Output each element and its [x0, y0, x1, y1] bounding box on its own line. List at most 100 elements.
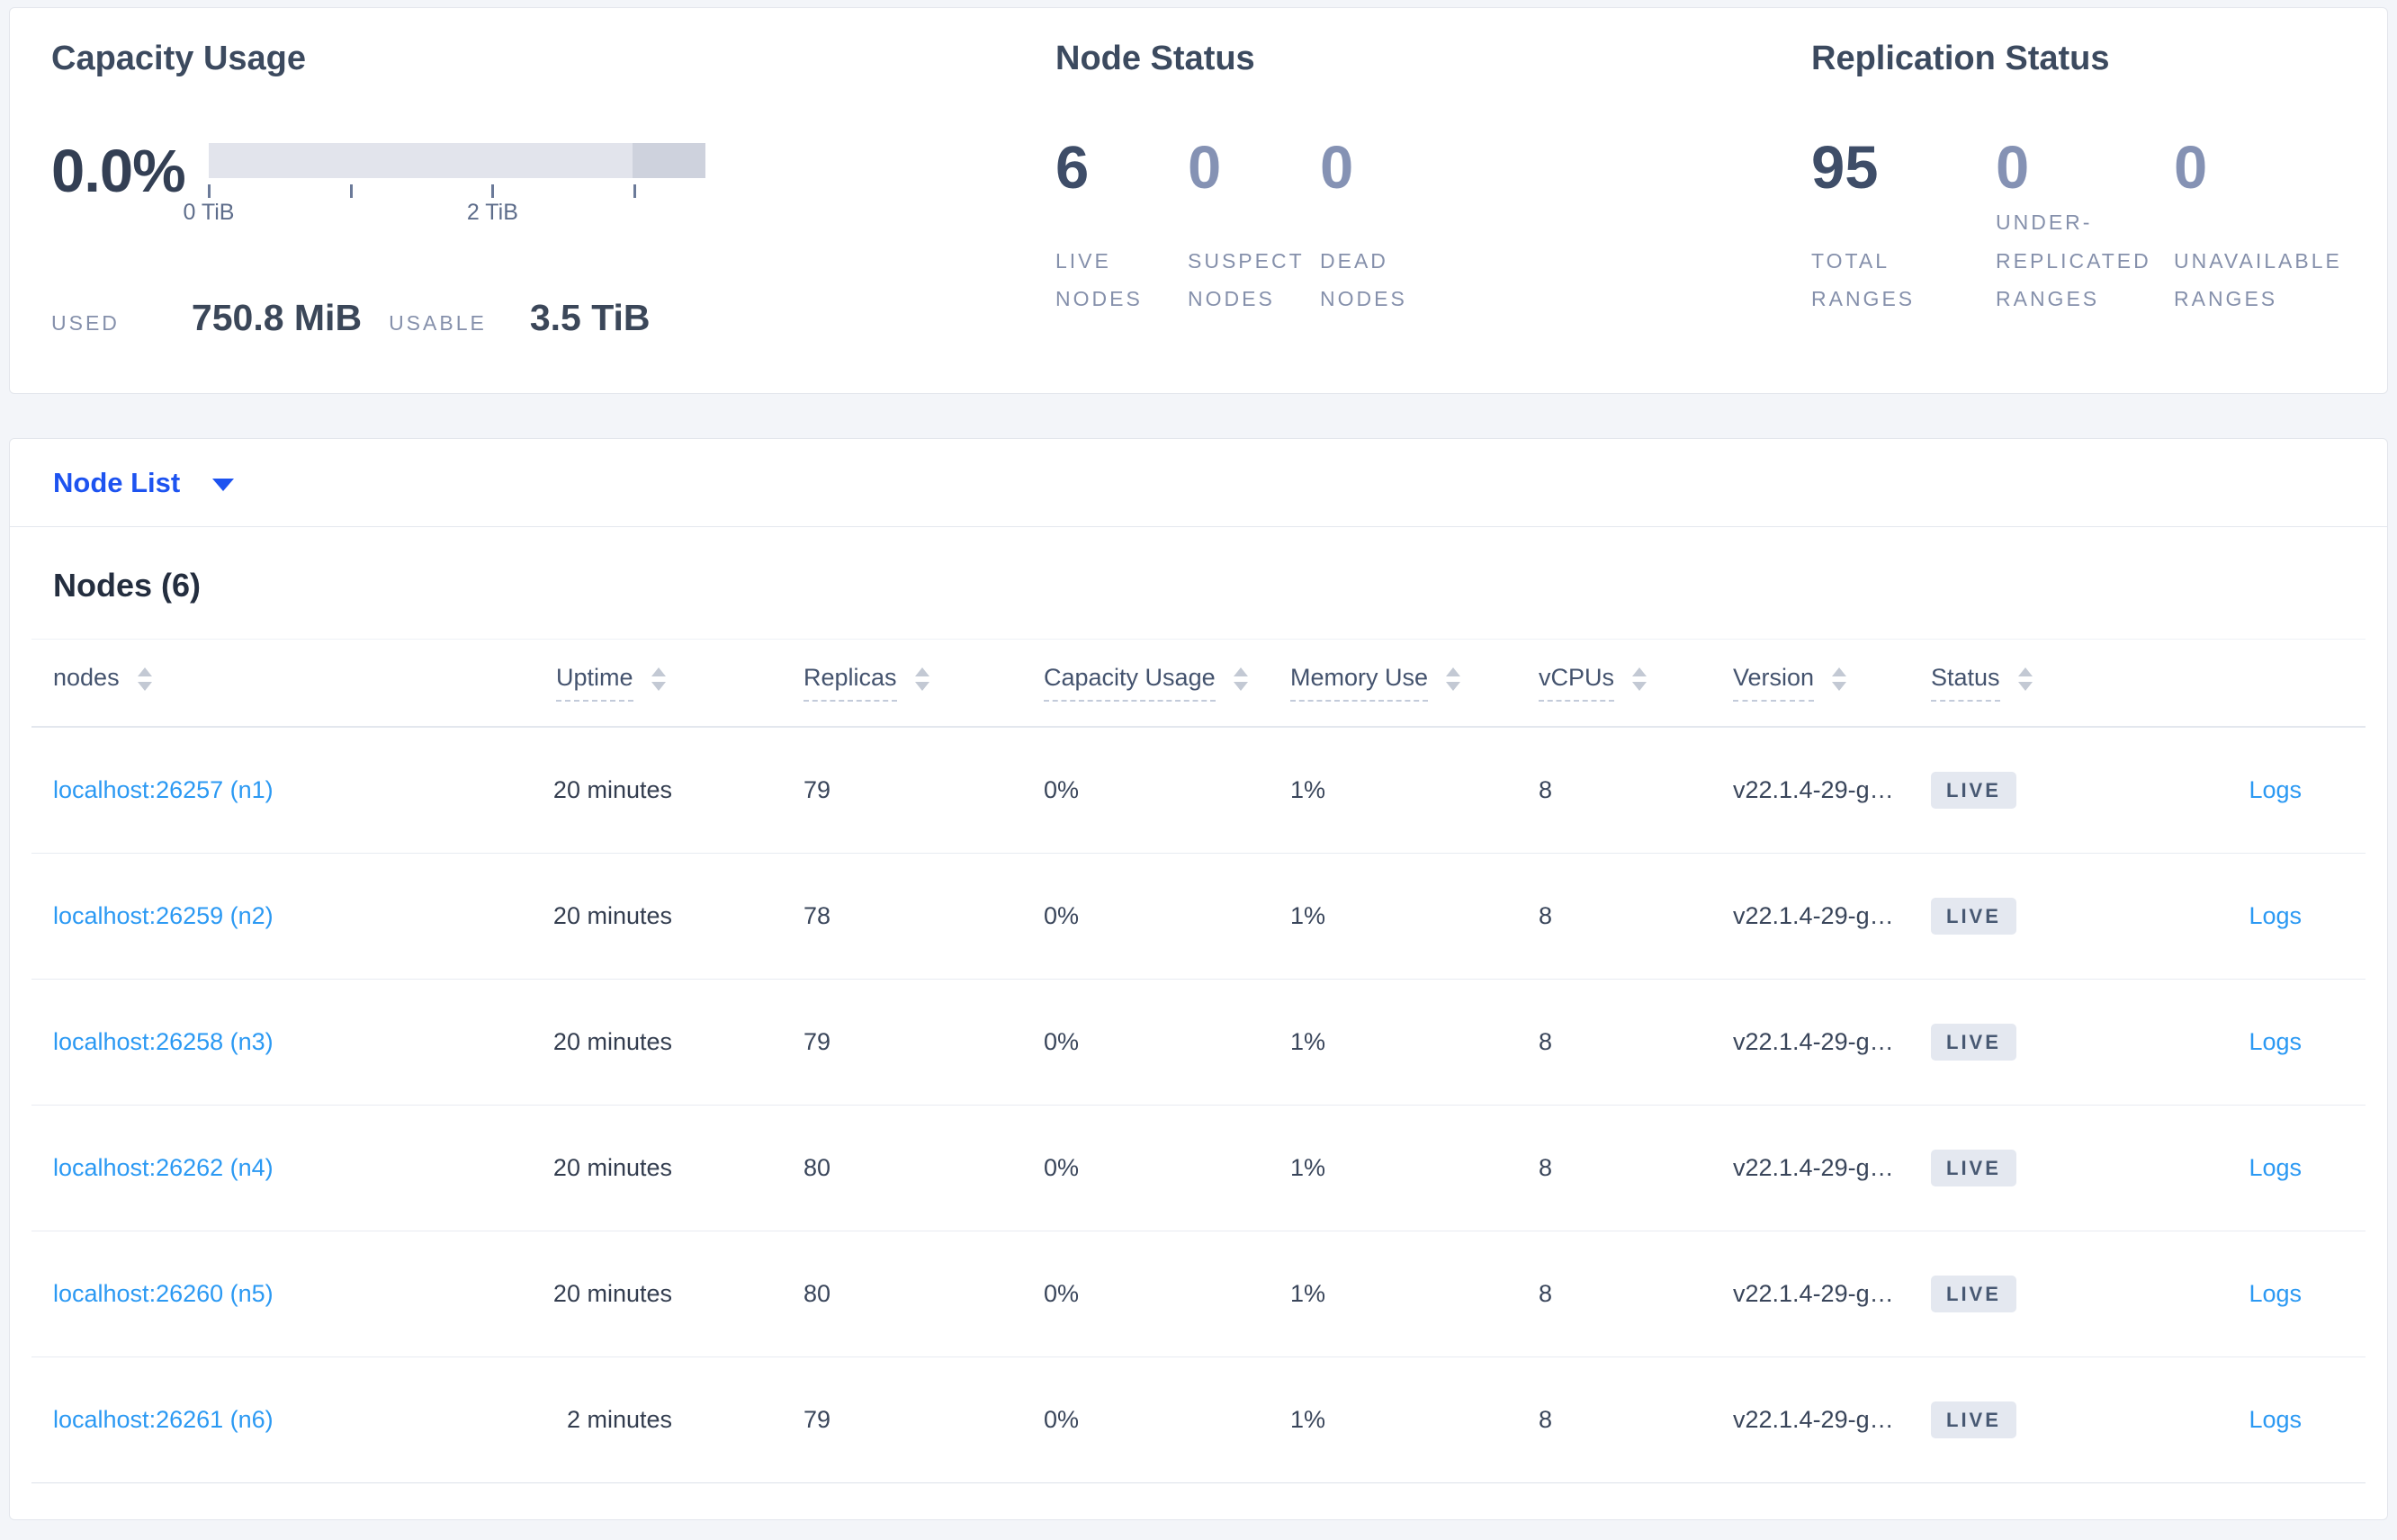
vcpus-cell: 8	[1539, 902, 1553, 929]
status-badge: LIVE	[1931, 1024, 2016, 1061]
table-row: localhost:26260 (n5) 20 minutes 80 0% 1%…	[31, 1231, 2366, 1357]
vcpus-cell: 8	[1539, 776, 1553, 803]
logs-link[interactable]: Logs	[2249, 776, 2302, 803]
unavailable-ranges-label: UNAVAILABLE RANGES	[2174, 248, 2342, 311]
logs-link[interactable]: Logs	[2249, 1280, 2302, 1307]
replicas-cell: 79	[803, 1406, 831, 1433]
vcpus-cell: 8	[1539, 1280, 1553, 1307]
table-row: localhost:26261 (n6) 2 minutes 79 0% 1% …	[31, 1357, 2366, 1483]
table-row: localhost:26258 (n3) 20 minutes 79 0% 1%…	[31, 980, 2366, 1106]
column-header-replicas[interactable]: Replicas	[803, 664, 1044, 702]
capacity-usage-cell: 0%	[1044, 1280, 1080, 1307]
axis-tick-label: 2 TiB	[466, 199, 518, 225]
node-link[interactable]: localhost:26257 (n1)	[53, 776, 274, 803]
logs-link[interactable]: Logs	[2249, 1406, 2302, 1433]
version-cell: v22.1.4-29-g…	[1733, 902, 1894, 929]
dead-nodes-label: DEAD NODES	[1320, 248, 1407, 311]
replicas-cell: 80	[803, 1154, 831, 1181]
node-link[interactable]: localhost:26259 (n2)	[53, 902, 274, 929]
capacity-usage-section: Capacity Usage 0.0% 0 TiB 2 TiB USED 750…	[51, 39, 1023, 339]
version-cell: v22.1.4-29-g…	[1733, 1028, 1894, 1055]
under-replicated-ranges-label: UNDER- REPLICATED RANGES	[1996, 210, 2151, 311]
suspect-nodes-label: SUSPECT NODES	[1188, 248, 1305, 311]
capacity-usage-bar	[209, 142, 705, 178]
logs-link[interactable]: Logs	[2249, 902, 2302, 929]
node-status-title: Node Status	[1055, 40, 1255, 77]
version-cell: v22.1.4-29-g…	[1733, 776, 1894, 803]
axis-tick	[633, 184, 637, 198]
column-header-capacity-usage[interactable]: Capacity Usage	[1044, 664, 1290, 702]
status-badge: LIVE	[1931, 1401, 2016, 1438]
replication-status-section: Replication Status 95 0 0 TOTAL RANGES U…	[1811, 39, 2387, 318]
logs-link[interactable]: Logs	[2249, 1154, 2302, 1181]
total-ranges-count: 95	[1811, 133, 1879, 201]
axis-tick-label: 0 TiB	[183, 199, 235, 225]
status-badge: LIVE	[1931, 772, 2016, 809]
version-cell: v22.1.4-29-g…	[1733, 1154, 1894, 1181]
column-header-memory-use[interactable]: Memory Use	[1290, 664, 1539, 702]
status-badge: LIVE	[1931, 898, 2016, 935]
axis-tick	[491, 184, 495, 198]
live-nodes-count: 6	[1055, 133, 1090, 201]
replicas-cell: 79	[803, 776, 831, 803]
uptime-cell: 20 minutes	[552, 1154, 672, 1181]
capacity-axis-ticks	[208, 178, 705, 198]
memory-use-cell: 1%	[1290, 776, 1326, 803]
node-list-dropdown-label: Node List	[53, 466, 181, 498]
sort-icon	[1446, 667, 1461, 691]
uptime-cell: 20 minutes	[552, 1028, 672, 1055]
memory-use-cell: 1%	[1290, 1406, 1326, 1433]
suspect-nodes-count: 0	[1188, 133, 1222, 201]
axis-tick	[349, 184, 353, 198]
memory-use-cell: 1%	[1290, 1028, 1326, 1055]
node-list-panel: Node List Nodes (6) nodes Uptime Replica…	[9, 438, 2388, 1520]
axis-tick	[208, 184, 211, 198]
replicas-cell: 80	[803, 1280, 831, 1307]
dead-nodes-count: 0	[1320, 133, 1354, 201]
capacity-bar-reserved-segment	[633, 142, 705, 178]
column-header-nodes[interactable]: nodes	[53, 664, 547, 702]
under-replicated-ranges-count: 0	[1996, 133, 2030, 201]
capacity-usage-title: Capacity Usage	[51, 40, 307, 77]
capacity-usage-cell: 0%	[1044, 1154, 1080, 1181]
logs-link[interactable]: Logs	[2249, 1028, 2302, 1055]
table-row: localhost:26259 (n2) 20 minutes 78 0% 1%…	[31, 854, 2366, 980]
uptime-cell: 2 minutes	[566, 1406, 672, 1433]
column-header-vcpus[interactable]: vCPUs	[1539, 664, 1733, 702]
column-header-uptime[interactable]: Uptime	[547, 664, 803, 702]
status-badge: LIVE	[1931, 1276, 2016, 1312]
node-link[interactable]: localhost:26262 (n4)	[53, 1154, 274, 1181]
uptime-cell: 20 minutes	[552, 902, 672, 929]
sort-icon	[137, 667, 152, 691]
capacity-usage-cell: 0%	[1044, 1028, 1080, 1055]
live-nodes-label: LIVE NODES	[1055, 248, 1143, 311]
table-row: localhost:26262 (n4) 20 minutes 80 0% 1%…	[31, 1106, 2366, 1231]
used-label: USED	[51, 310, 120, 335]
sort-icon	[1832, 667, 1847, 691]
used-value: 750.8 MiB	[191, 296, 363, 338]
replicas-cell: 79	[803, 1028, 831, 1055]
memory-use-cell: 1%	[1290, 902, 1326, 929]
sort-icon	[1632, 667, 1647, 691]
node-status-section: Node Status 6 0 0 LIVE NODES SUSPECT NOD…	[1055, 39, 1685, 318]
node-link[interactable]: localhost:26261 (n6)	[53, 1406, 274, 1433]
node-list-dropdown[interactable]: Node List	[10, 439, 2387, 527]
node-link[interactable]: localhost:26260 (n5)	[53, 1280, 274, 1307]
memory-use-cell: 1%	[1290, 1154, 1326, 1181]
cluster-overview-panel: Capacity Usage 0.0% 0 TiB 2 TiB USED 750…	[9, 7, 2388, 394]
uptime-cell: 20 minutes	[552, 776, 672, 803]
vcpus-cell: 8	[1539, 1154, 1553, 1181]
uptime-cell: 20 minutes	[552, 1280, 672, 1307]
column-header-status[interactable]: Status	[1931, 664, 2119, 702]
replication-status-title: Replication Status	[1811, 40, 2110, 77]
sort-icon	[2017, 667, 2033, 691]
sort-icon	[1233, 667, 1248, 691]
status-badge: LIVE	[1931, 1150, 2016, 1186]
usable-value: 3.5 TiB	[529, 296, 651, 338]
node-link[interactable]: localhost:26258 (n3)	[53, 1028, 274, 1055]
replicas-cell: 78	[803, 902, 831, 929]
version-cell: v22.1.4-29-g…	[1733, 1406, 1894, 1433]
chevron-down-icon	[212, 478, 235, 491]
column-header-version[interactable]: Version	[1733, 664, 1931, 702]
version-cell: v22.1.4-29-g…	[1733, 1280, 1894, 1307]
